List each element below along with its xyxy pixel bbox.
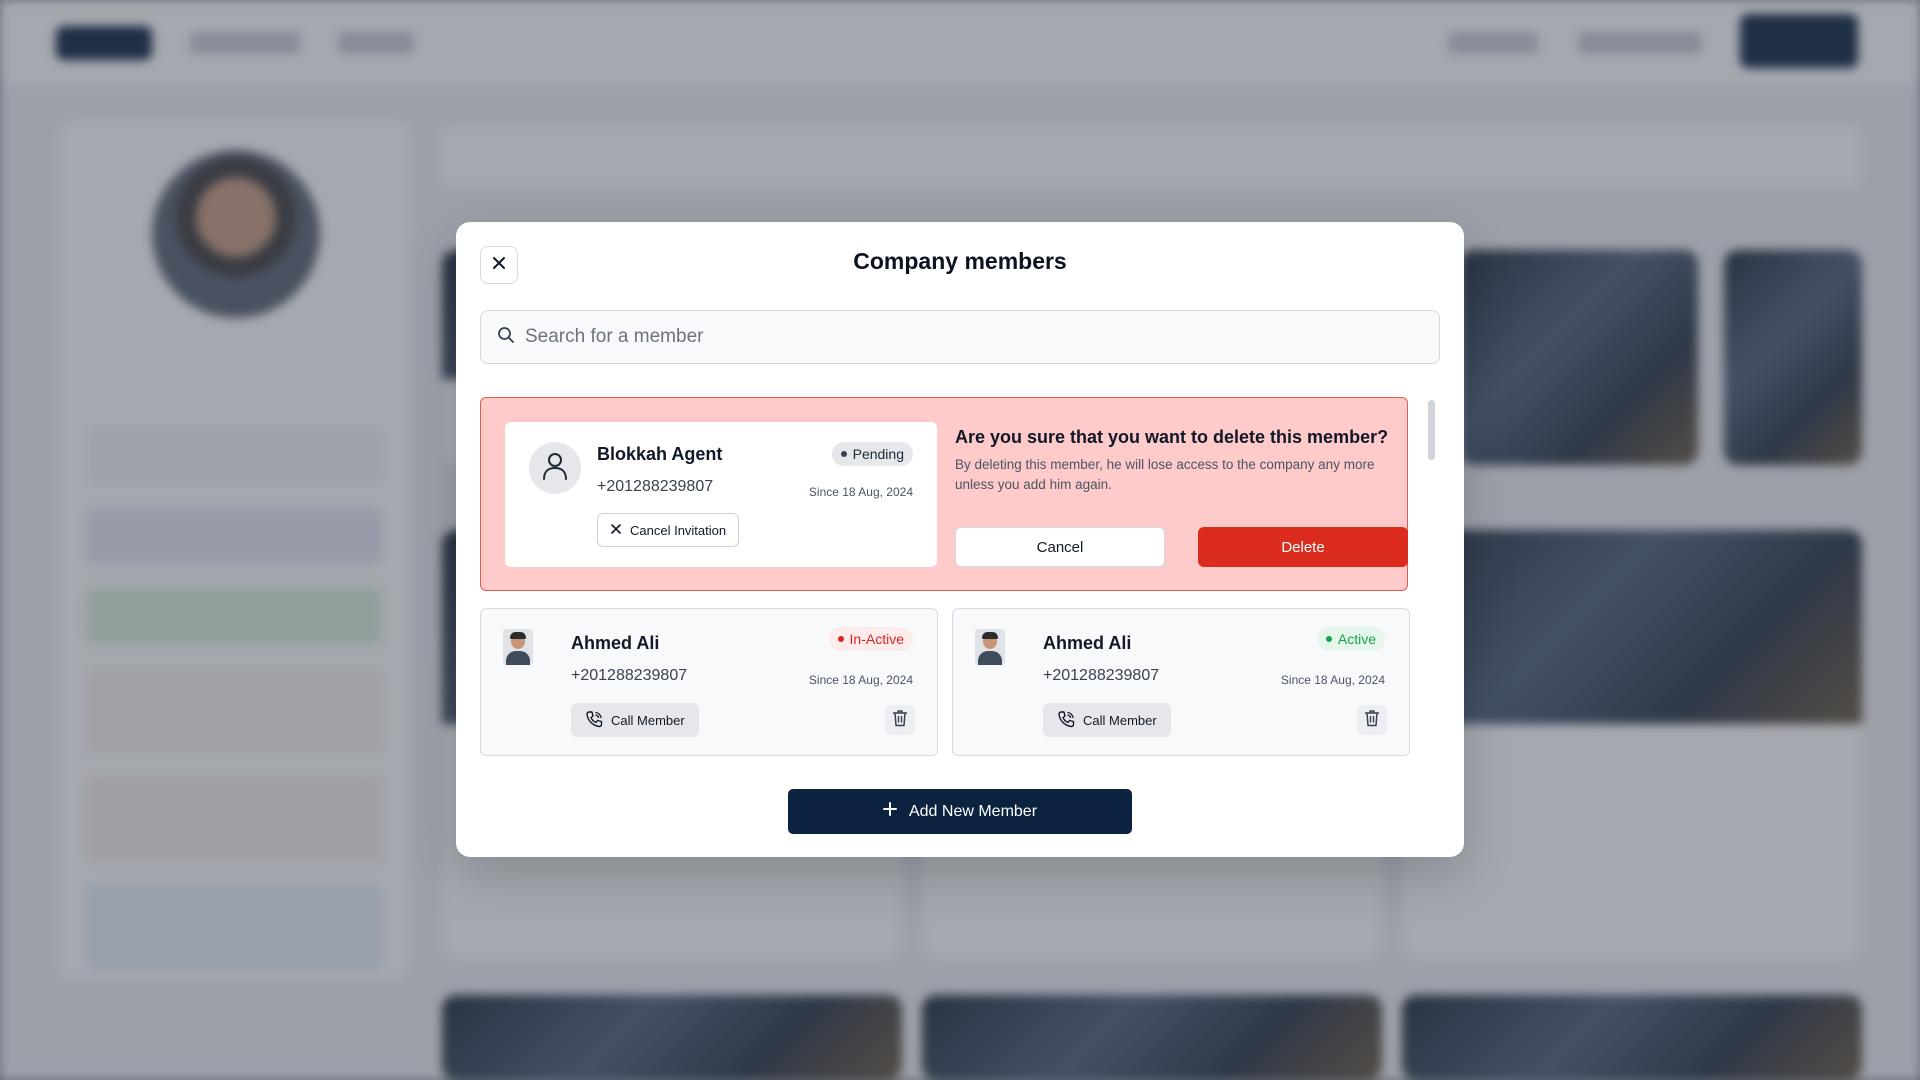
trash-icon	[1364, 709, 1380, 732]
scrollbar-thumb[interactable]	[1428, 400, 1435, 460]
delete-member-button[interactable]	[1357, 705, 1387, 735]
phone-icon	[1057, 710, 1075, 731]
member-card: Ahmed Ali +201288239807 In-Active Since …	[480, 608, 938, 756]
confirm-question: Are you sure that you want to delete thi…	[955, 427, 1389, 447]
cancel-invitation-label: Cancel Invitation	[630, 522, 727, 538]
member-name: Ahmed Ali	[571, 633, 660, 653]
delete-confirmation: Blokkah Agent +201288239807 Pending Sinc…	[480, 397, 1408, 591]
member-name: Ahmed Ali	[1043, 633, 1132, 653]
status-text: In-Active	[849, 631, 904, 647]
user-icon	[541, 451, 569, 486]
call-member-label: Call Member	[611, 712, 685, 728]
call-member-label: Call Member	[1083, 712, 1157, 728]
close-icon	[610, 523, 622, 538]
cancel-button[interactable]: Cancel	[955, 527, 1165, 567]
member-search[interactable]	[480, 310, 1440, 364]
trash-icon	[892, 709, 908, 732]
company-members-modal: Company members Blokkah Agent +201288239…	[456, 222, 1464, 857]
search-icon	[497, 326, 515, 349]
status-dot	[840, 451, 847, 457]
pending-member-card: Blokkah Agent +201288239807 Pending Sinc…	[505, 422, 937, 567]
modal-title: Company members	[853, 248, 1067, 274]
member-name: Blokkah Agent	[597, 444, 723, 464]
member-phone: +201288239807	[571, 667, 688, 684]
member-photo	[975, 629, 1005, 665]
add-new-member-label: Add New Member	[908, 802, 1038, 820]
confirm-description: By deleting this member, he will lose ac…	[955, 457, 1375, 492]
status-dot	[1325, 636, 1332, 642]
add-new-member-button[interactable]: Add New Member	[788, 789, 1132, 834]
cancel-invitation-button[interactable]: Cancel Invitation	[597, 513, 740, 547]
member-since: Since 18 Aug, 2024	[1280, 673, 1385, 687]
status-badge: Pending	[831, 442, 913, 466]
plus-icon	[882, 802, 897, 821]
status-dot	[837, 636, 844, 642]
member-card: Ahmed Ali +201288239807 Active Since 18 …	[952, 608, 1410, 756]
member-since: Since 18 Aug, 2024	[808, 673, 913, 687]
member-photo	[503, 629, 533, 665]
call-member-button[interactable]: Call Member	[571, 703, 699, 737]
user-avatar	[529, 442, 581, 494]
status-badge: Active	[1316, 627, 1385, 651]
status-badge: In-Active	[828, 627, 913, 651]
delete-button[interactable]: Delete	[1198, 527, 1408, 567]
member-phone: +201288239807	[597, 478, 714, 495]
member-since: Since 18 Aug, 2024	[808, 485, 913, 499]
status-text: Pending	[852, 446, 904, 462]
call-member-button[interactable]: Call Member	[1043, 703, 1171, 737]
member-phone: +201288239807	[1043, 667, 1160, 684]
delete-member-button[interactable]	[885, 705, 915, 735]
phone-icon	[585, 710, 603, 731]
search-input[interactable]	[525, 326, 1405, 348]
status-text: Active	[1337, 631, 1376, 647]
